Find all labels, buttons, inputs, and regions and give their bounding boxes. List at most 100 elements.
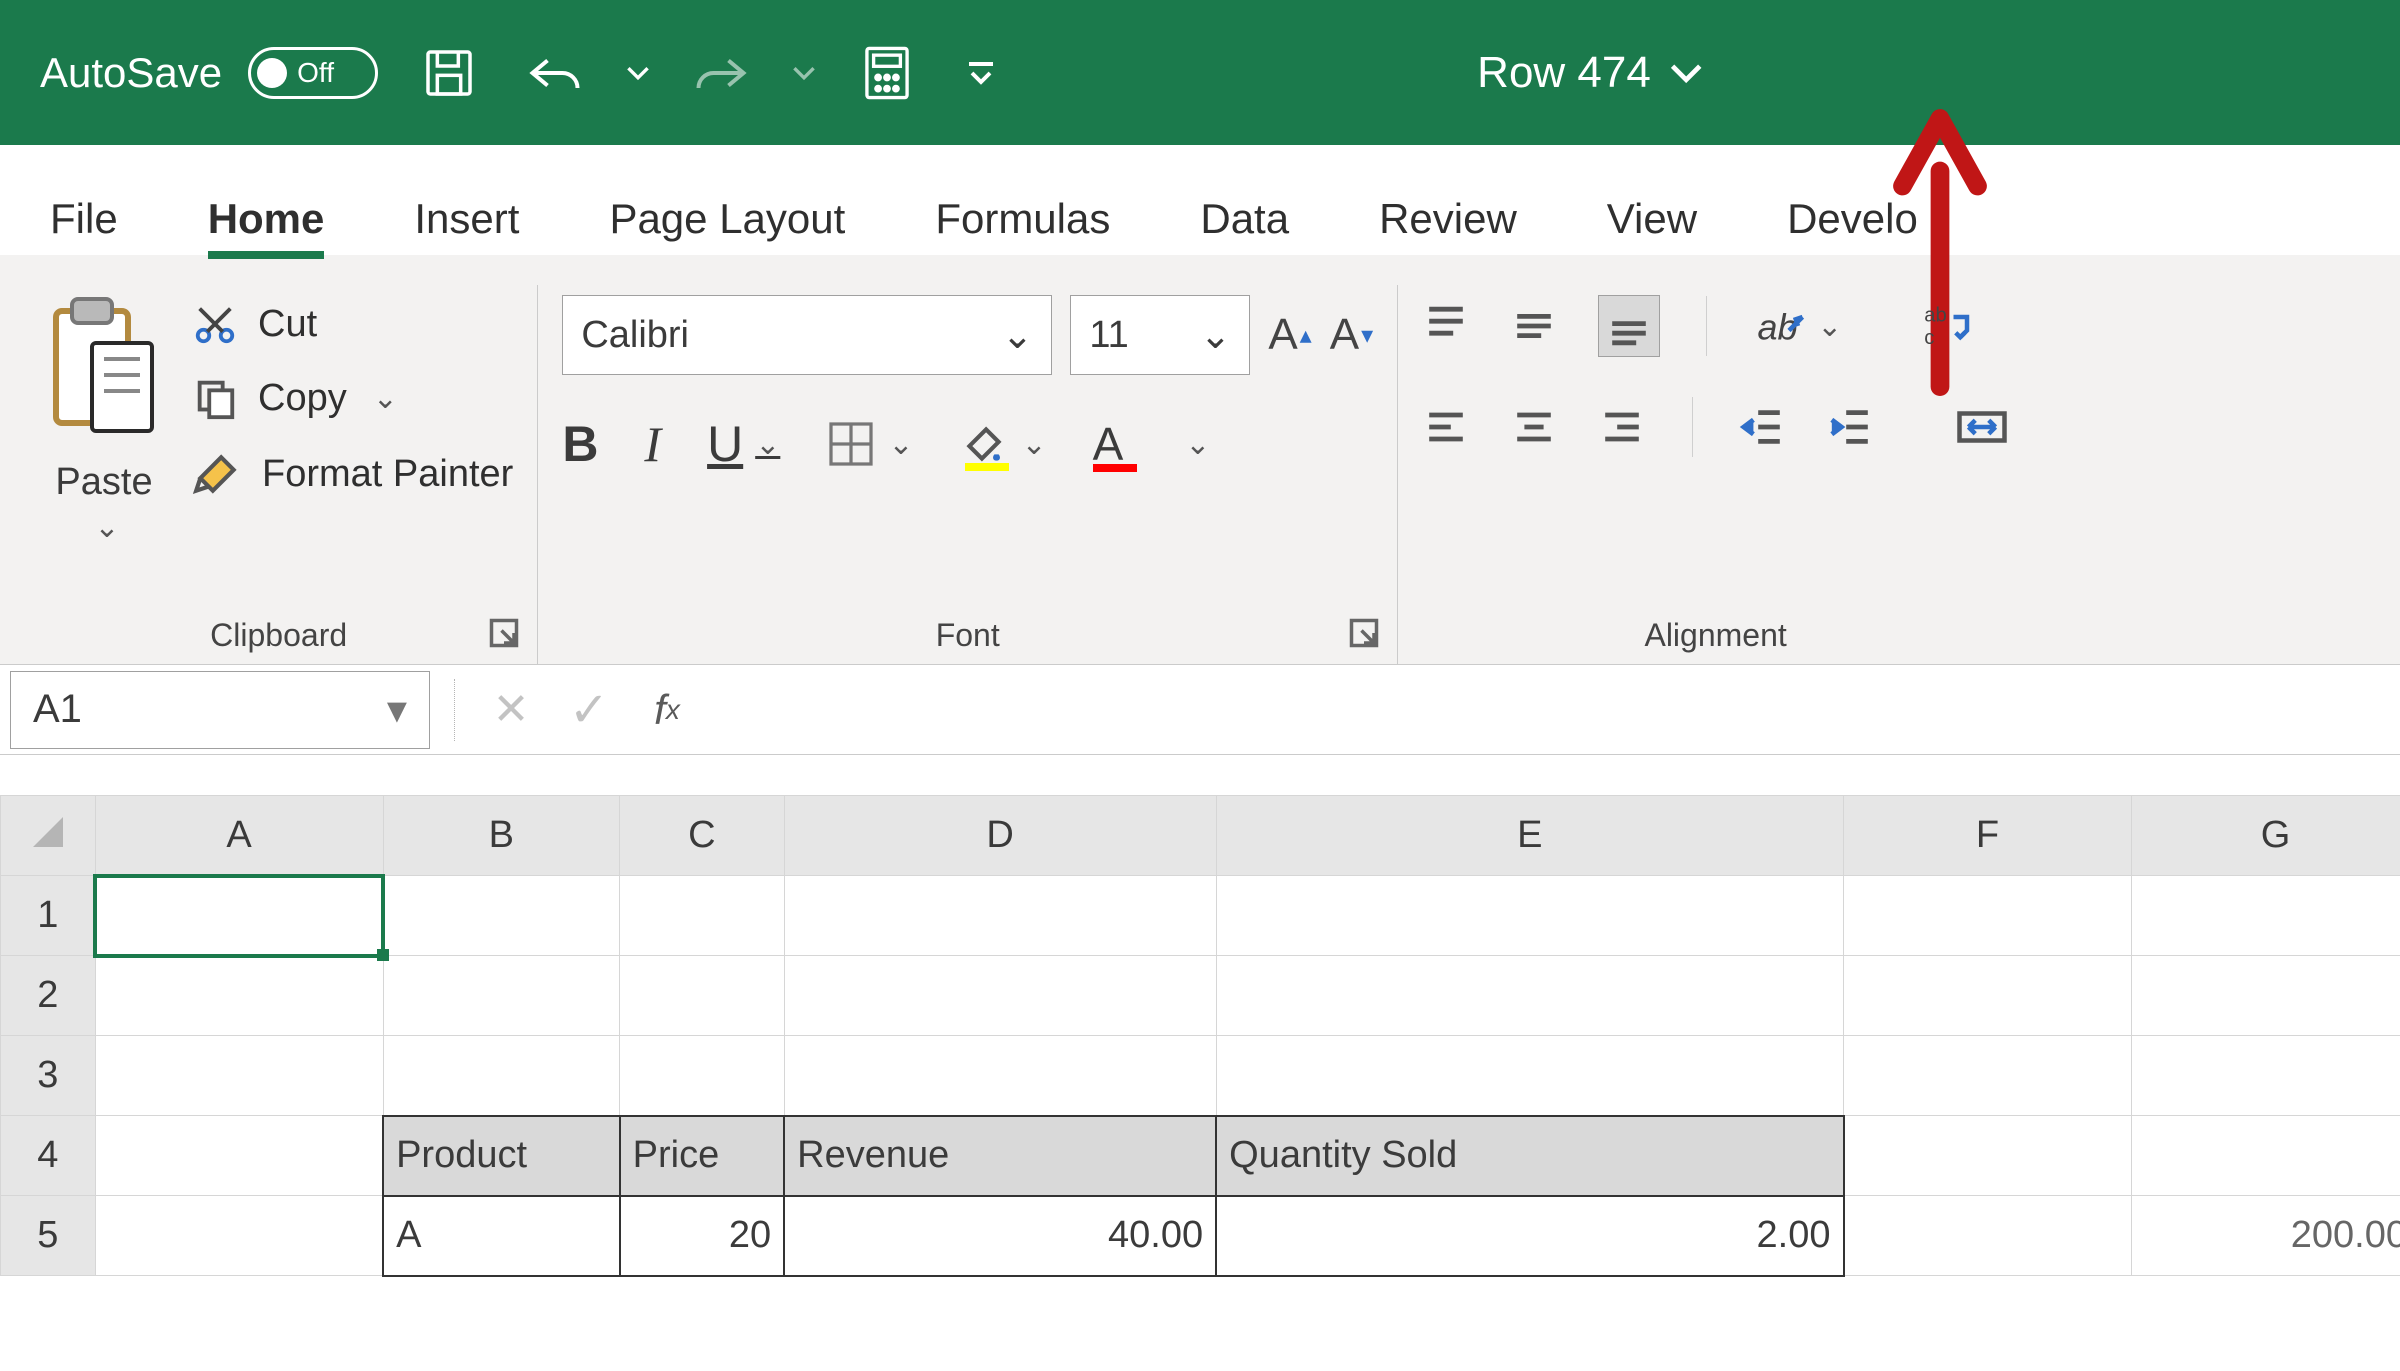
redo-dropdown-icon[interactable] (792, 61, 816, 85)
col-header-F[interactable]: F (1844, 796, 2132, 876)
tab-page-layout[interactable]: Page Layout (609, 155, 845, 255)
formula-input[interactable] (713, 671, 2390, 749)
cell-C3[interactable] (620, 1036, 785, 1116)
italic-button[interactable]: I (644, 415, 661, 473)
cell-E2[interactable] (1216, 956, 1843, 1036)
font-name-combo[interactable]: Calibri ⌄ (562, 295, 1052, 375)
enter-formula-button[interactable]: ✓ (557, 678, 621, 742)
calculator-icon[interactable] (852, 38, 922, 108)
cell-D4[interactable]: Revenue (784, 1116, 1216, 1196)
merge-center-button[interactable] (1955, 400, 2009, 454)
cell-A1[interactable] (95, 876, 383, 956)
align-top-button[interactable] (1422, 302, 1470, 350)
paste-button[interactable]: Paste ⌄ (44, 295, 164, 545)
cell-C2[interactable] (620, 956, 785, 1036)
row-header-1[interactable]: 1 (1, 876, 96, 956)
cell-E3[interactable] (1216, 1036, 1843, 1116)
cell-C5[interactable]: 20 (620, 1196, 785, 1276)
redo-button[interactable] (686, 38, 756, 108)
bold-button[interactable]: B (562, 415, 598, 473)
tab-home[interactable]: Home (208, 155, 325, 255)
tab-file[interactable]: File (50, 155, 118, 255)
tab-insert[interactable]: Insert (414, 155, 519, 255)
cell-C4[interactable]: Price (620, 1116, 785, 1196)
tab-view[interactable]: View (1607, 155, 1697, 255)
cell-F3[interactable] (1844, 1036, 2132, 1116)
borders-button[interactable]: ⌄ (826, 419, 913, 469)
row-header-3[interactable]: 3 (1, 1036, 96, 1116)
cell-D1[interactable] (784, 876, 1216, 956)
cell-E1[interactable] (1216, 876, 1843, 956)
autosave-toggle[interactable]: Off (248, 47, 378, 99)
underline-button[interactable]: U⌄ (707, 415, 780, 473)
select-all-corner[interactable] (1, 796, 96, 876)
undo-dropdown-icon[interactable] (626, 61, 650, 85)
align-middle-button[interactable] (1510, 302, 1558, 350)
copy-button[interactable]: Copy ⌄ (192, 375, 513, 421)
cell-B4[interactable]: Product (383, 1116, 620, 1196)
col-header-D[interactable]: D (784, 796, 1216, 876)
undo-button[interactable] (520, 38, 590, 108)
cell-B3[interactable] (383, 1036, 620, 1116)
col-header-E[interactable]: E (1216, 796, 1843, 876)
row-header-5[interactable]: 5 (1, 1196, 96, 1276)
tab-formulas[interactable]: Formulas (935, 155, 1110, 255)
cell-A3[interactable] (95, 1036, 383, 1116)
name-box[interactable]: A1 ▾ (10, 671, 430, 749)
tab-review[interactable]: Review (1379, 155, 1517, 255)
col-header-A[interactable]: A (95, 796, 383, 876)
cell-G1[interactable] (2131, 876, 2400, 956)
cell-C1[interactable] (620, 876, 785, 956)
save-button[interactable] (414, 38, 484, 108)
decrease-indent-button[interactable] (1739, 403, 1787, 451)
cell-A4[interactable] (95, 1116, 383, 1196)
group-label-clipboard: Clipboard (44, 609, 513, 664)
wrap-text-button[interactable]: abc (1922, 299, 1976, 353)
cell-E4[interactable]: Quantity Sold (1216, 1116, 1843, 1196)
cell-G2[interactable] (2131, 956, 2400, 1036)
row-header-4[interactable]: 4 (1, 1116, 96, 1196)
cell-D5[interactable]: 40.00 (784, 1196, 1216, 1276)
tab-developer[interactable]: Develo (1787, 155, 1918, 255)
cut-button[interactable]: Cut (192, 301, 513, 347)
fill-color-button[interactable]: ⌄ (959, 417, 1046, 471)
align-left-button[interactable] (1422, 403, 1470, 451)
cell-F2[interactable] (1844, 956, 2132, 1036)
cell-F5[interactable] (1844, 1196, 2132, 1276)
customize-qat-button[interactable] (958, 38, 1004, 108)
col-header-C[interactable]: C (620, 796, 785, 876)
cell-D3[interactable] (784, 1036, 1216, 1116)
cell-A5[interactable] (95, 1196, 383, 1276)
increase-indent-button[interactable] (1827, 403, 1875, 451)
cell-F4[interactable] (1844, 1116, 2132, 1196)
insert-function-button[interactable]: fx (635, 678, 699, 742)
document-title: Row 474 (1477, 48, 1651, 98)
cell-B5[interactable]: A (383, 1196, 620, 1276)
col-header-B[interactable]: B (383, 796, 620, 876)
format-painter-button[interactable]: Format Painter (192, 449, 513, 499)
document-title-dropdown[interactable]: Row 474 (1477, 48, 1703, 98)
cancel-formula-button[interactable]: ✕ (479, 678, 543, 742)
cell-B2[interactable] (383, 956, 620, 1036)
tab-data[interactable]: Data (1200, 155, 1289, 255)
align-bottom-button[interactable] (1598, 295, 1660, 357)
decrease-font-size-button[interactable]: A▾ (1330, 310, 1373, 360)
cell-B1[interactable] (383, 876, 620, 956)
font-size-combo[interactable]: 11 ⌄ (1070, 295, 1250, 375)
cell-A2[interactable] (95, 956, 383, 1036)
cell-F1[interactable] (1844, 876, 2132, 956)
dialog-launcher-icon[interactable] (489, 618, 519, 656)
cell-D2[interactable] (784, 956, 1216, 1036)
align-right-button[interactable] (1598, 403, 1646, 451)
align-center-button[interactable] (1510, 403, 1558, 451)
cell-G5[interactable]: 200.00 (2131, 1196, 2400, 1276)
cell-G4[interactable] (2131, 1116, 2400, 1196)
row-header-2[interactable]: 2 (1, 956, 96, 1036)
cell-E5[interactable]: 2.00 (1216, 1196, 1843, 1276)
col-header-G[interactable]: G (2131, 796, 2400, 876)
dialog-launcher-icon[interactable] (1349, 618, 1379, 656)
font-color-button[interactable]: A ⌄ (1093, 417, 1211, 471)
increase-font-size-button[interactable]: A▴ (1268, 310, 1311, 360)
orientation-button[interactable]: ab ⌄ (1753, 299, 1842, 353)
cell-G3[interactable] (2131, 1036, 2400, 1116)
